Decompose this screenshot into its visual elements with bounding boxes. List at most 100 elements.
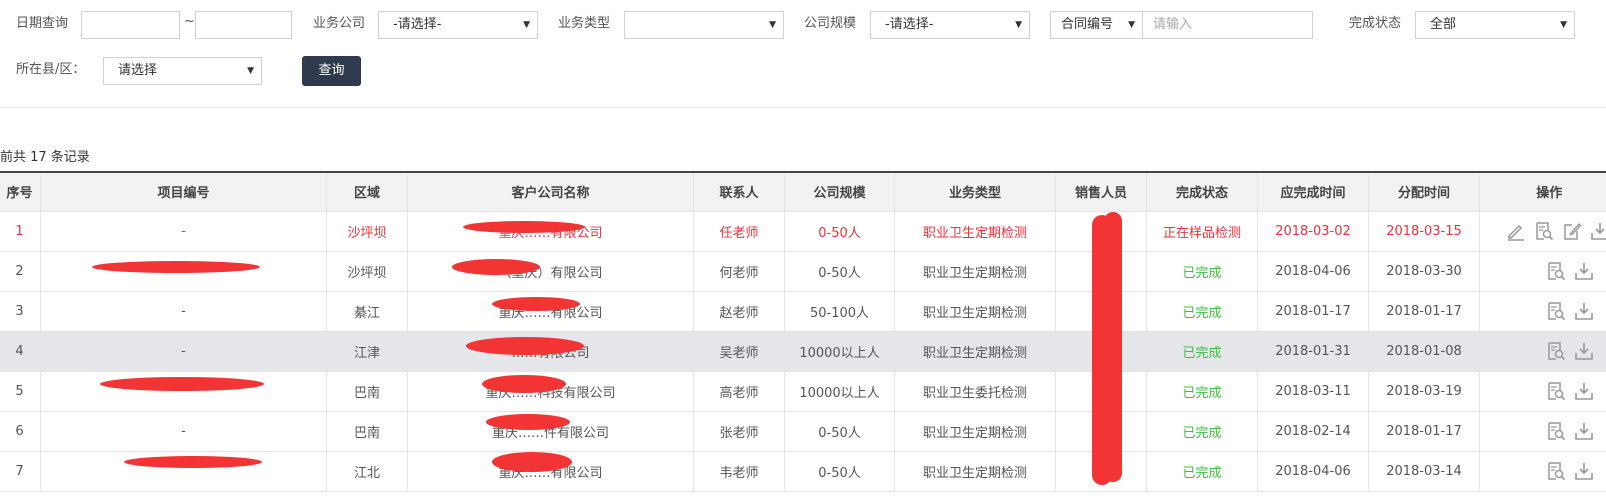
cell-contact: 韦老师 — [693, 451, 785, 492]
cell-assigned: 2018-03-19 — [1368, 371, 1480, 412]
contract-field-select[interactable]: 合同编号 ▼ — [1050, 11, 1143, 39]
cell-client: （重庆）有限公司 — [407, 251, 694, 292]
table-row[interactable]: 4-江津……有限公司吴老师10000以上人职业卫生定期检测郑已完成2018-01… — [0, 331, 1606, 372]
table-row[interactable]: 1-沙坪坝重庆……有限公司任老师0-50人职业卫生定期检测李正在样品检测2018… — [0, 211, 1606, 252]
status-select-value: 全部 — [1430, 17, 1457, 32]
cell-contact: 任老师 — [693, 211, 785, 252]
cell-status: 已完成 — [1146, 451, 1258, 492]
table-row[interactable]: 2 沙坪坝 （重庆）有限公司 何老师 0-50人 职业卫生定期检测 已完成 2018-04-0… — [0, 251, 1606, 292]
cell-area: 江北 — [326, 451, 408, 492]
view-report-icon[interactable] — [1546, 461, 1566, 481]
cell-due: 2018-01-31 — [1257, 331, 1369, 372]
date-start-input[interactable] — [81, 11, 180, 39]
cell-status: 已完成 — [1146, 411, 1258, 452]
cell-assigned: 2018-03-14 — [1368, 451, 1480, 492]
cell-no: 4 — [0, 331, 41, 372]
header-status: 完成状态 — [1146, 171, 1258, 212]
view-report-icon[interactable] — [1546, 261, 1566, 281]
cell-assigned: 2018-01-17 — [1368, 411, 1480, 452]
contract-input[interactable]: 请输入 — [1142, 11, 1313, 39]
redaction-mark — [492, 297, 580, 311]
biz-type-select[interactable]: ▼ — [624, 11, 784, 39]
cell-type: 职业卫生定期检测 — [894, 291, 1056, 332]
cell-scale: 0-50人 — [784, 451, 895, 492]
status-select[interactable]: 全部 ▼ — [1415, 11, 1575, 39]
cell-scale: 0-50人 — [784, 411, 895, 452]
cell-no: 5 — [0, 371, 41, 412]
cell-due: 2018-03-11 — [1257, 371, 1369, 412]
edit-document-icon[interactable] — [1562, 221, 1582, 241]
download-icon[interactable] — [1590, 221, 1606, 241]
redaction-mark — [466, 337, 584, 355]
cell-scale: 50-100人 — [784, 291, 895, 332]
download-icon[interactable] — [1574, 461, 1594, 481]
view-report-icon[interactable] — [1546, 341, 1566, 361]
cell-actions — [1479, 291, 1606, 332]
cell-type: 职业卫生定期检测 — [894, 451, 1056, 492]
cell-no: 1 — [0, 211, 41, 252]
cell-due: 2018-04-06 — [1257, 451, 1369, 492]
chevron-down-icon: ▼ — [247, 66, 254, 76]
cell-area: 巴南 — [326, 371, 408, 412]
view-report-icon[interactable] — [1546, 301, 1566, 321]
divider — [0, 107, 1606, 108]
cell-contact: 张老师 — [693, 411, 785, 452]
cell-scale: 0-50人 — [784, 251, 895, 292]
download-icon[interactable] — [1574, 341, 1594, 361]
download-icon[interactable] — [1574, 301, 1594, 321]
cell-due: 2018-01-17 — [1257, 291, 1369, 332]
biz-type-label: 业务类型 — [558, 16, 611, 31]
date-label: 日期查询 — [16, 16, 69, 31]
cell-project: - — [40, 331, 327, 372]
records-table: 序号 项目编号 区域 客户公司名称 联系人 公司规模 业务类型 销售人员 完成状… — [0, 171, 1606, 492]
chevron-down-icon: ▼ — [1560, 20, 1567, 30]
view-report-icon[interactable] — [1534, 221, 1554, 241]
cell-no: 3 — [0, 291, 41, 332]
header-contact: 联系人 — [693, 171, 785, 212]
date-separator: ~ — [184, 14, 195, 29]
contract-field-value: 合同编号 — [1061, 17, 1114, 32]
cell-due: 2018-02-14 — [1257, 411, 1369, 452]
scale-select[interactable]: -请选择- ▼ — [870, 11, 1030, 39]
view-report-icon[interactable] — [1546, 381, 1566, 401]
table-row[interactable]: 5巴南重庆……科技有限公司高老师10000以上人职业卫生委托检测郑已完成2018… — [0, 371, 1606, 412]
cell-scale: 10000以上人 — [784, 331, 895, 372]
company-select[interactable]: -请选择- ▼ — [378, 11, 538, 39]
cell-contact: 何老师 — [693, 251, 785, 292]
cell-area: 沙坪坝 — [326, 211, 408, 252]
view-report-icon[interactable] — [1546, 421, 1566, 441]
header-area: 区域 — [326, 171, 408, 212]
cell-type: 职业卫生委托检测 — [894, 371, 1056, 412]
download-icon[interactable] — [1574, 381, 1594, 401]
redaction-mark — [463, 221, 585, 233]
redaction-mark — [1104, 212, 1122, 482]
table-header-row: 序号 项目编号 区域 客户公司名称 联系人 公司规模 业务类型 销售人员 完成状… — [0, 171, 1606, 212]
chevron-down-icon: ▼ — [1128, 20, 1135, 30]
redaction-mark — [100, 377, 264, 391]
cell-actions — [1479, 251, 1606, 292]
status-label: 完成状态 — [1349, 16, 1402, 31]
header-type: 业务类型 — [894, 171, 1056, 212]
download-icon[interactable] — [1574, 421, 1594, 441]
date-end-input[interactable] — [195, 11, 292, 39]
query-button[interactable]: 查询 — [302, 56, 361, 86]
redaction-mark — [124, 456, 262, 468]
table-row[interactable]: 6- 巴南 重庆……件有限公司 张老师 0-50人 职业卫生定期检测 已完成 2018-02-… — [0, 411, 1606, 452]
cell-assigned: 2018-01-08 — [1368, 331, 1480, 372]
scale-select-value: -请选择- — [885, 17, 934, 32]
record-count: 前共 17 条记录 — [0, 150, 90, 165]
redaction-mark — [482, 375, 566, 393]
header-client: 客户公司名称 — [407, 171, 694, 212]
cell-status: 已完成 — [1146, 251, 1258, 292]
cell-type: 职业卫生定期检测 — [894, 411, 1056, 452]
edit-icon[interactable] — [1506, 221, 1526, 241]
redaction-mark — [452, 259, 540, 275]
cell-no: 7 — [0, 451, 41, 492]
cell-project: - — [40, 411, 327, 452]
cell-project: - — [40, 211, 327, 252]
district-select[interactable]: 请选择 ▼ — [103, 57, 262, 85]
cell-area: 江津 — [326, 331, 408, 372]
cell-area: 綦江 — [326, 291, 408, 332]
table-row[interactable]: 3- 綦江 重庆……有限公司 赵老师 50-100人 职业卫生定期检测 已完成 2018-01… — [0, 291, 1606, 332]
download-icon[interactable] — [1574, 261, 1594, 281]
